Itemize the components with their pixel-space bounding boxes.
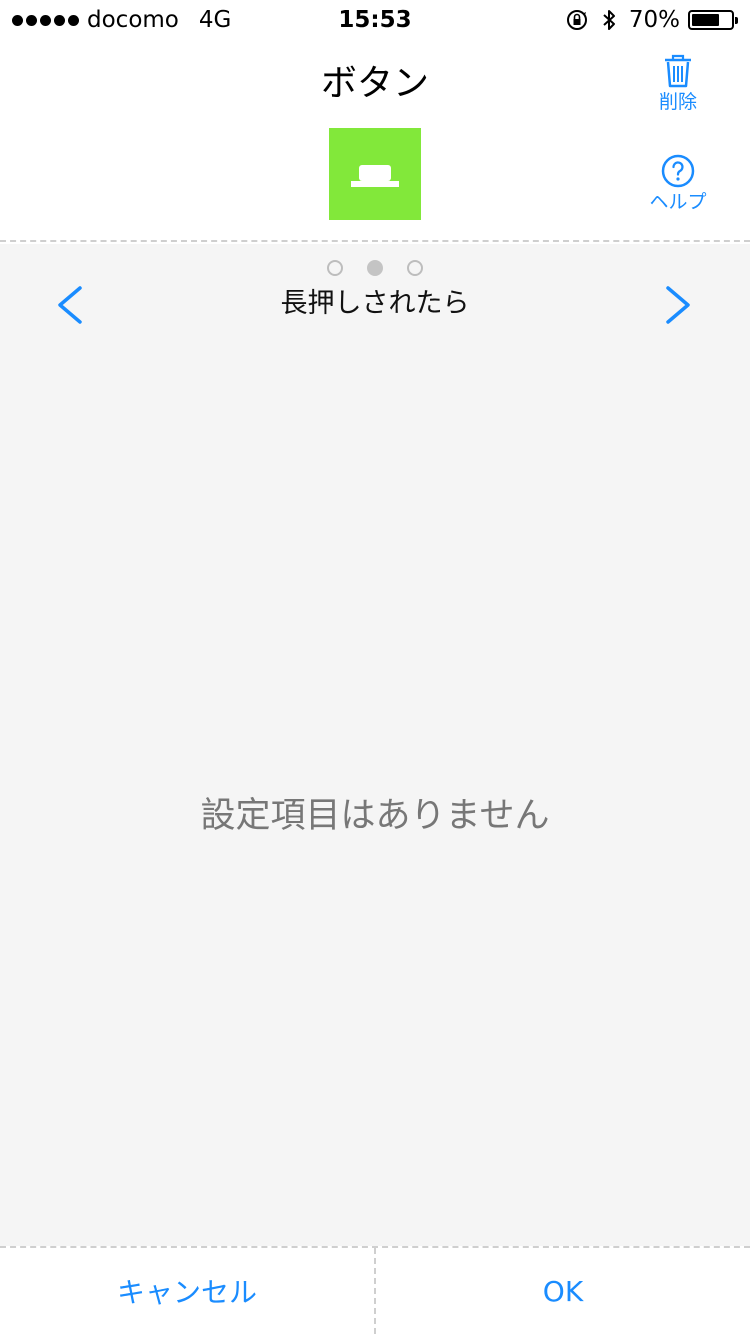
battery-icon — [688, 10, 738, 30]
delete-button[interactable]: 削除 — [648, 54, 708, 114]
help-icon — [661, 154, 695, 188]
status-bar: docomo 4G 15:53 70% — [0, 0, 750, 40]
page-indicator — [0, 260, 750, 276]
delete-label: 削除 — [658, 91, 697, 113]
bluetooth-icon — [603, 10, 615, 30]
page-dot[interactable] — [407, 260, 423, 276]
ok-button[interactable]: OK — [376, 1248, 750, 1334]
settings-content: 長押しされたら 設定項目はありません — [0, 244, 750, 1246]
battery-percent: 70% — [628, 7, 680, 33]
footer-bar: キャンセル OK — [0, 1246, 750, 1334]
chevron-right-icon[interactable] — [654, 282, 704, 328]
pager-title: 長押しされたら — [280, 288, 470, 319]
page-dot[interactable] — [327, 260, 343, 276]
help-button[interactable]: ヘルプ — [638, 154, 718, 214]
button-device-icon — [351, 165, 399, 187]
empty-message: 設定項目はありません — [200, 796, 550, 836]
button-device-thumbnail — [329, 128, 421, 220]
cancel-button[interactable]: キャンセル — [0, 1248, 376, 1334]
page-dot-active[interactable] — [367, 260, 383, 276]
trash-icon — [665, 54, 691, 88]
rotation-lock-icon — [566, 10, 587, 30]
status-right: 70% — [565, 6, 738, 34]
header: ボタン 削除 ヘルプ — [0, 40, 750, 242]
page-title: ボタン — [320, 63, 429, 104]
help-label: ヘルプ — [649, 191, 707, 213]
